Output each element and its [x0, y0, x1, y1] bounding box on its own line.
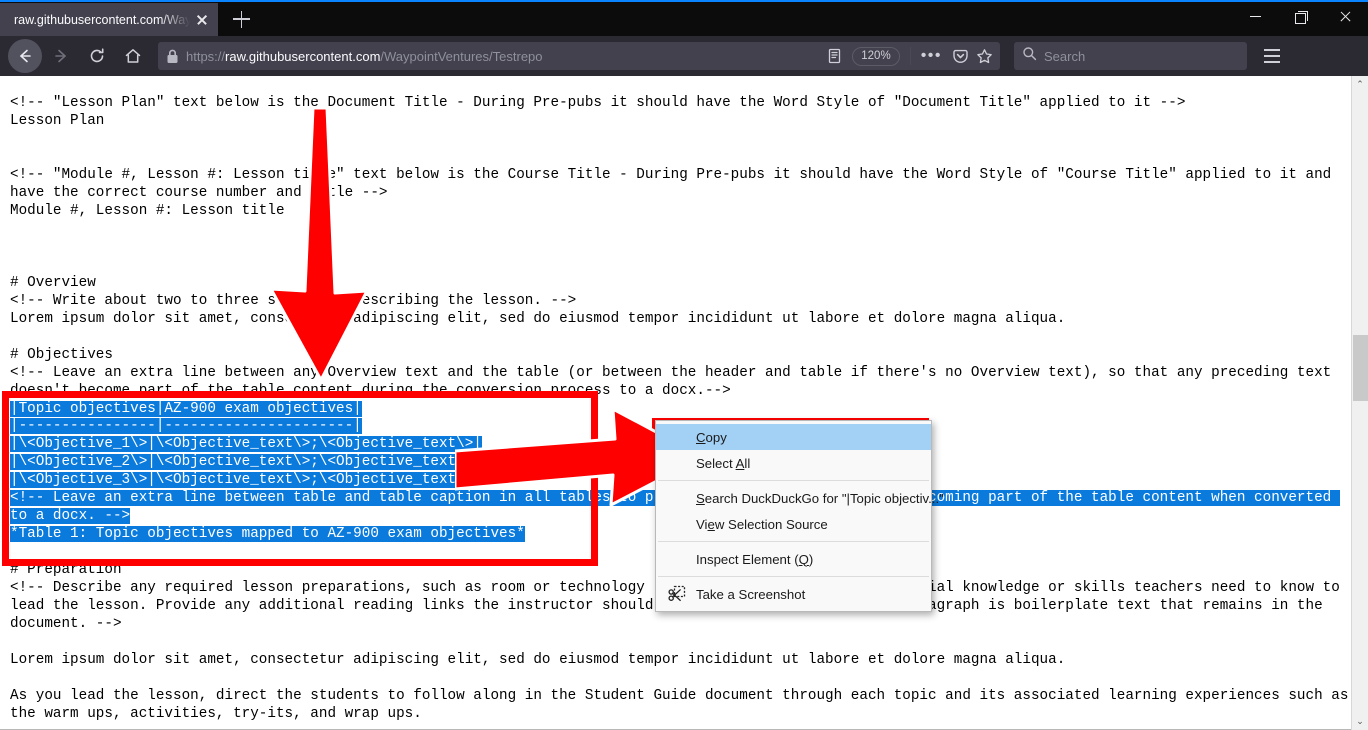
context-menu-item-label: Take a Screenshot — [696, 586, 806, 602]
page-scrollbar[interactable]: ⌃ ⌄ — [1351, 76, 1368, 730]
url-path: /WaypointVentures/Testrepo — [380, 48, 543, 64]
bookmark-star-icon[interactable] — [972, 44, 996, 68]
url-scheme: https:// — [186, 48, 226, 64]
text-line-selected: |----------------|----------------------… — [10, 418, 362, 435]
context-menu[interactable]: Copy Select All Search DuckDuckGo for "|To… — [655, 420, 944, 612]
hamburger-line — [1264, 55, 1280, 57]
back-arrow-icon — [20, 49, 31, 63]
pocket-icon[interactable] — [948, 44, 972, 68]
context-menu-item-take-a-screenshot[interactable]: Take a Screenshot — [656, 581, 931, 607]
search-placeholder: Search — [1044, 48, 1086, 64]
reader-view-icon[interactable] — [822, 44, 846, 68]
context-menu-item-label: Search DuckDuckGo for "|Topic objectiv..… — [696, 490, 944, 506]
text-line: # Overview — [10, 274, 96, 291]
text-line: # Preparation — [10, 562, 122, 579]
context-menu-item-label: Inspect Element (Q) — [696, 551, 814, 567]
text-line-selected: |\<Objective_3\>|\<Objective_text\>;\<Ob… — [10, 472, 482, 489]
scroll-up-arrow-icon[interactable]: ⌃ — [1352, 76, 1368, 93]
hamburger-line — [1264, 60, 1280, 63]
text-line: <!-- "Module #, Lesson #: Lesson title" … — [10, 167, 1340, 202]
page-actions-icon[interactable]: ••• — [915, 48, 948, 64]
new-tab-button[interactable] — [224, 4, 258, 34]
text-line: Lesson Plan — [10, 113, 105, 130]
page-viewport[interactable]: <!-- "Lesson Plan" text below is the Doc… — [0, 76, 1368, 730]
context-menu-item-inspect-element-q[interactable]: Inspect Element (Q) — [656, 546, 931, 572]
reload-button[interactable] — [80, 39, 114, 73]
context-menu-separator — [658, 541, 929, 542]
context-menu-item-label: Select All — [696, 455, 751, 471]
context-menu-item-select-all[interactable]: Select All — [656, 450, 931, 476]
home-icon — [125, 49, 141, 63]
text-line-selected: |Topic objectives|AZ-900 exam objectives… — [10, 400, 362, 417]
url-host: raw.githubusercontent.com — [225, 48, 381, 64]
context-menu-separator — [658, 576, 929, 577]
context-menu-item-label: View Selection Source — [696, 516, 828, 532]
url-text: https://raw.githubusercontent.com/Waypoi… — [186, 49, 822, 64]
scrollbar-thumb[interactable] — [1353, 335, 1368, 401]
text-line: <!-- Write about two to three sentences … — [10, 292, 577, 309]
lock-icon — [166, 49, 179, 64]
text-line-selected: |\<Objective_2\>|\<Objective_text\>;\<Ob… — [10, 454, 482, 471]
toolbar-divider — [909, 47, 911, 65]
context-menu-separator — [658, 480, 929, 481]
search-icon — [1022, 46, 1037, 66]
text-line: Module #, Lesson #: Lesson title — [10, 203, 285, 220]
raw-text-content[interactable]: <!-- "Lesson Plan" text below is the Doc… — [10, 95, 1350, 723]
window-close-button[interactable] — [1323, 0, 1368, 33]
window-controls — [1233, 0, 1368, 33]
accent-line — [0, 0, 1368, 2]
text-line-selected: *Table 1: Topic objectives mapped to AZ-… — [10, 526, 525, 543]
forward-button[interactable] — [44, 39, 78, 73]
title-bar: raw.githubusercontent.com/Waypo — [0, 0, 1368, 36]
close-icon[interactable] — [192, 10, 212, 30]
text-line: Lorem ipsum dolor sit amet, consectetur … — [10, 651, 1066, 668]
navigation-toolbar: https://raw.githubusercontent.com/Waypoi… — [0, 36, 1368, 76]
back-button[interactable] — [8, 39, 42, 73]
tab-strip: raw.githubusercontent.com/Waypo — [0, 0, 258, 36]
text-line: As you lead the lesson, direct the stude… — [10, 687, 1349, 722]
search-bar[interactable]: Search — [1014, 42, 1247, 70]
home-button[interactable] — [116, 39, 150, 73]
restore-button[interactable] — [1278, 0, 1323, 33]
text-line: <!-- Leave an extra line between any Ove… — [10, 364, 1340, 399]
text-line-selected: |\<Objective_1\>|\<Objective_text\>;\<Ob… — [10, 436, 482, 453]
text-line: Lorem ipsum dolor sit amet, consectetur … — [10, 310, 1066, 327]
address-bar[interactable]: https://raw.githubusercontent.com/Waypoi… — [158, 42, 1000, 70]
tab-title: raw.githubusercontent.com/Waypo — [14, 12, 192, 27]
hamburger-line — [1264, 49, 1280, 52]
reload-icon — [90, 48, 104, 63]
context-menu-item-copy[interactable]: Copy — [656, 424, 931, 450]
screenshot-icon — [668, 585, 686, 603]
minimize-button[interactable] — [1233, 0, 1278, 33]
text-line: <!-- "Lesson Plan" text below is the Doc… — [10, 95, 1186, 112]
context-menu-item-search-duckduckgo-for-topic-objectiv[interactable]: Search DuckDuckGo for "|Topic objectiv..… — [656, 485, 944, 511]
zoom-level-badge[interactable]: 120% — [852, 46, 900, 66]
browser-window: raw.githubusercontent.com/Waypo https://… — [0, 0, 1368, 730]
text-line: # Objectives — [10, 346, 113, 363]
context-menu-item-label: Copy — [696, 429, 727, 445]
scroll-down-arrow-icon[interactable]: ⌄ — [1352, 713, 1368, 730]
forward-arrow-icon — [55, 49, 66, 63]
context-menu-item-view-selection-source[interactable]: View Selection Source — [656, 511, 931, 537]
app-menu-button[interactable] — [1255, 39, 1289, 73]
browser-tab[interactable]: raw.githubusercontent.com/Waypo — [0, 3, 218, 36]
